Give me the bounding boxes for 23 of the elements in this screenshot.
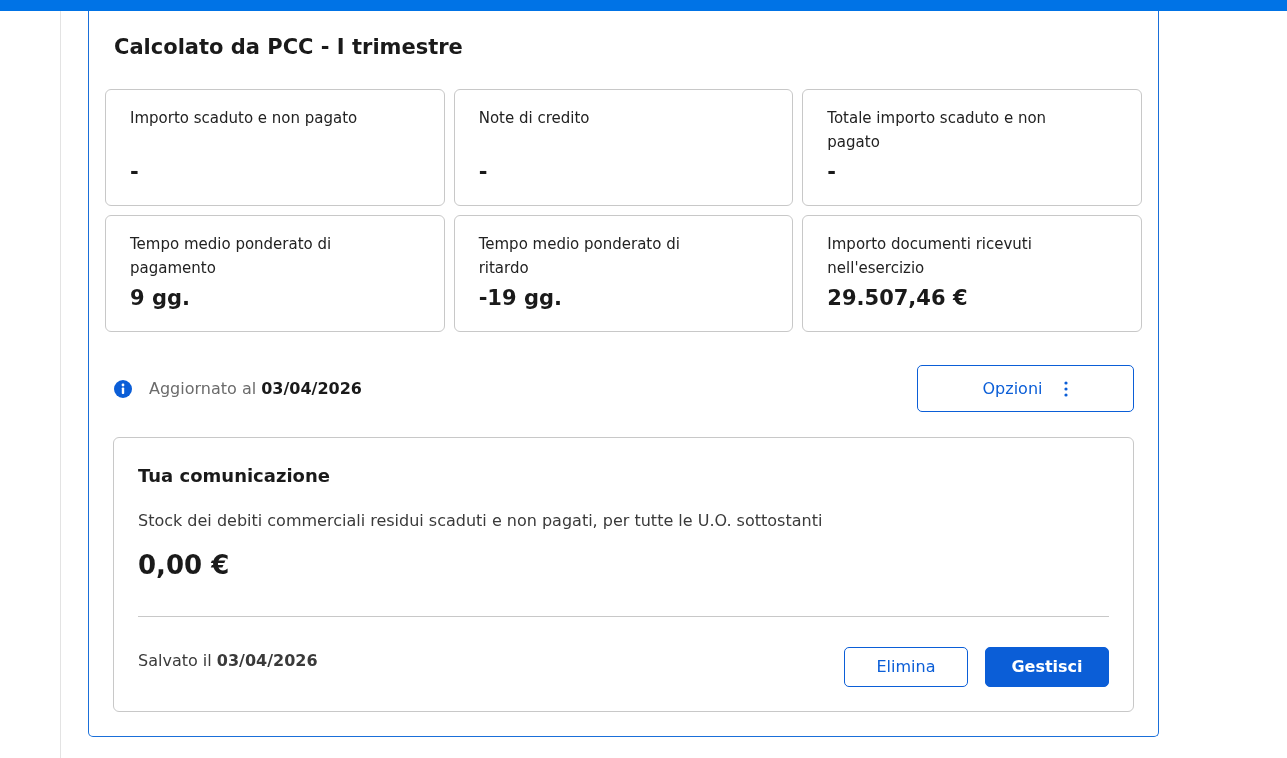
stat-value: - xyxy=(827,159,837,186)
info-icon xyxy=(114,379,132,398)
update-date-text: Aggiornato al 03/04/2026 xyxy=(149,377,362,400)
delete-button[interactable]: Elimina xyxy=(844,647,968,687)
saved-date-text: Salvato il 03/04/2026 xyxy=(138,650,318,672)
stat-label: Note di credito xyxy=(478,108,590,129)
stat-value: 29.507,46 € xyxy=(827,285,968,312)
stat-label: Importo scaduto e non pagato xyxy=(130,108,358,129)
manage-button[interactable]: Gestisci xyxy=(985,647,1109,687)
panel-title: Calcolato da PCC - I trimestre xyxy=(114,34,463,61)
stat-label: Tempo medio ponderato di ritardo xyxy=(478,234,681,279)
stat-value: - xyxy=(130,159,139,186)
more-options-icon xyxy=(1064,380,1069,397)
stat-label: Importo documenti ricevuti nell'esercizio xyxy=(827,234,1033,279)
options-button[interactable]: Opzioni xyxy=(917,365,1134,412)
stat-value: -19 gg. xyxy=(478,285,562,312)
stat-value: 9 gg. xyxy=(130,285,190,312)
communication-title: Tua comunicazione xyxy=(138,464,330,488)
stat-value: - xyxy=(478,159,488,186)
communication-amount: 0,00 € xyxy=(138,549,230,582)
communication-description: Stock dei debiti commerciali residui scaduti e non pagati, per tutte le U.O. sottostanti xyxy=(138,510,823,532)
stat-label: Totale importo scaduto e non pagato xyxy=(827,108,1048,153)
stat-label: Tempo medio ponderato di pagamento xyxy=(130,234,333,279)
